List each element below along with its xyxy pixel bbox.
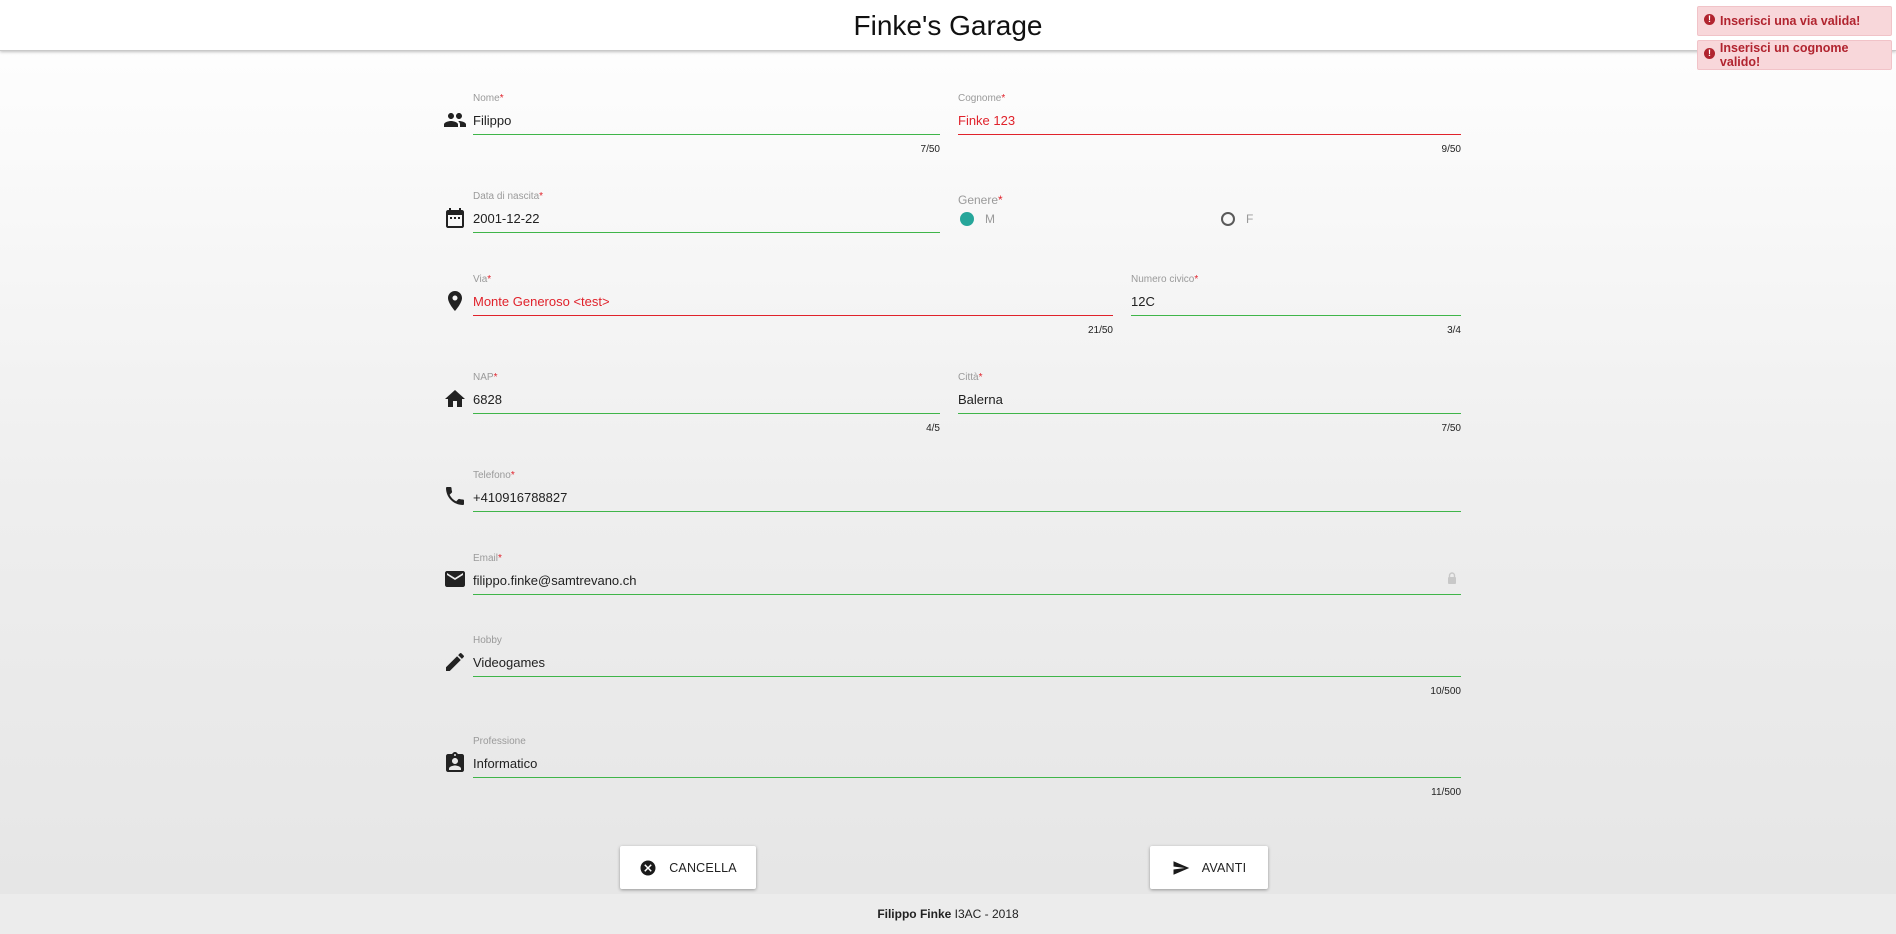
data-nascita-input[interactable]: 2001-12-22 (473, 211, 540, 226)
numero-civico-counter: 3/4 (1447, 325, 1461, 336)
email-field[interactable]: Email* filippo.finke@samtrevano.ch (473, 553, 1461, 603)
cognome-label: Cognome (958, 93, 1002, 104)
telefono-label: Telefono (473, 470, 511, 481)
professione-field[interactable]: Professione Informatico 11/500 (473, 736, 1461, 802)
autofill-lock-icon[interactable] (1447, 572, 1457, 585)
next-button[interactable]: AVANTI (1150, 846, 1268, 889)
nome-label: Nome (473, 93, 500, 104)
cognome-counter: 9/50 (1441, 144, 1461, 155)
data-nascita-field[interactable]: Data di nascita* 2001-12-22 (473, 191, 940, 241)
nap-underline (473, 413, 940, 414)
nome-field[interactable]: Nome* Filippo 7/50 (473, 93, 940, 159)
toast-text: Inserisci un cognome valido! (1719, 41, 1849, 69)
professione-underline (473, 777, 1461, 778)
cancel-circle-icon (640, 860, 656, 875)
hobby-field[interactable]: Hobby Videogames 10/500 (473, 635, 1461, 701)
required-mark: * (1001, 93, 1006, 104)
cognome-underline (958, 134, 1461, 135)
citta-underline (958, 413, 1461, 414)
cancel-button-label: CANCELLA (669, 860, 737, 875)
genere-label: Genere (958, 193, 999, 207)
nap-label: NAP (473, 372, 494, 383)
toast-error[interactable]: ! Inserisci un cognome valido! (1697, 40, 1892, 70)
toast-error[interactable]: ! Inserisci una via valida! (1697, 6, 1892, 36)
app-header: Finke's Garage (0, 0, 1896, 51)
citta-input[interactable]: Balerna (958, 392, 1003, 407)
toast-text: Inserisci una via valida! (1720, 14, 1861, 28)
pencil-icon (443, 650, 467, 674)
via-label: Via (473, 274, 488, 285)
citta-field[interactable]: Città* Balerna 7/50 (958, 372, 1461, 438)
data-nascita-label: Data di nascita (473, 191, 540, 202)
cognome-field[interactable]: Cognome* Finke 123 9/50 (958, 93, 1461, 159)
home-icon (443, 387, 467, 411)
numero-civico-label: Numero civico (1131, 274, 1195, 285)
mail-icon (443, 567, 467, 591)
email-label: Email (473, 553, 499, 564)
telefono-input[interactable]: +410916788827 (473, 490, 567, 505)
required-mark: * (487, 274, 492, 285)
send-icon (1173, 860, 1189, 875)
error-icon: ! (1704, 48, 1715, 59)
required-mark: * (510, 470, 515, 481)
cognome-input[interactable]: Finke 123 (958, 113, 1015, 128)
required-mark: * (539, 191, 544, 202)
footer-author: Filippo Finke (877, 907, 952, 921)
toast-container: ! Inserisci una via valida! ! Inserisci … (1697, 6, 1892, 74)
nome-counter: 7/50 (920, 144, 940, 155)
numero-civico-field[interactable]: Numero civico* 12C 3/4 (1131, 274, 1461, 340)
numero-civico-underline (1131, 315, 1461, 316)
people-icon (443, 108, 467, 132)
required-mark: * (499, 93, 504, 104)
badge-icon (443, 751, 467, 775)
nap-field[interactable]: NAP* 6828 4/5 (473, 372, 940, 438)
email-input[interactable]: filippo.finke@samtrevano.ch (473, 573, 637, 588)
radio-m-label: M (985, 212, 995, 226)
professione-label: Professione (473, 736, 526, 747)
page-title: Finke's Garage (853, 10, 1043, 41)
hobby-underline (473, 676, 1461, 677)
via-counter: 21/50 (1087, 325, 1113, 336)
via-field[interactable]: Via* Monte Generoso <test> 21/50 (473, 274, 1113, 340)
via-input[interactable]: Monte Generoso <test> (473, 294, 610, 309)
page-footer: Filippo Finke I3AC - 2018 (0, 894, 1896, 934)
telefono-field[interactable]: Telefono* +410916788827 (473, 470, 1461, 520)
professione-counter: 11/500 (1431, 787, 1461, 798)
radio-genere-m[interactable]: M (960, 212, 995, 226)
data-nascita-underline (473, 232, 940, 233)
required-mark: * (1194, 274, 1199, 285)
required-mark: * (498, 553, 502, 564)
radio-unchecked-icon (1221, 212, 1235, 226)
hobby-label: Hobby (473, 635, 502, 646)
calendar-icon (443, 206, 467, 230)
citta-label: Città (958, 372, 979, 383)
email-underline (473, 594, 1461, 595)
telefono-underline (473, 511, 1461, 512)
nap-input[interactable]: 6828 (473, 392, 502, 407)
location-pin-icon (443, 289, 467, 313)
required-mark: * (978, 372, 983, 383)
radio-genere-f[interactable]: F (1221, 212, 1253, 226)
required-mark: * (493, 372, 498, 383)
hobby-counter: 10/500 (1430, 686, 1461, 697)
phone-icon (443, 484, 467, 508)
radio-checked-icon (960, 212, 974, 226)
footer-text: I3AC - 2018 (951, 907, 1019, 921)
nome-underline (473, 134, 940, 135)
error-icon: ! (1704, 14, 1715, 25)
professione-input[interactable]: Informatico (473, 756, 537, 771)
radio-f-label: F (1246, 212, 1254, 226)
nome-input[interactable]: Filippo (473, 113, 511, 128)
next-button-label: AVANTI (1201, 860, 1247, 875)
numero-civico-input[interactable]: 12C (1131, 294, 1155, 309)
via-underline (473, 315, 1113, 316)
hobby-input[interactable]: Videogames (473, 655, 545, 670)
citta-counter: 7/50 (1441, 423, 1461, 434)
cancel-button[interactable]: CANCELLA (620, 846, 756, 889)
nap-counter: 4/5 (926, 423, 940, 434)
required-mark: * (998, 193, 1003, 207)
